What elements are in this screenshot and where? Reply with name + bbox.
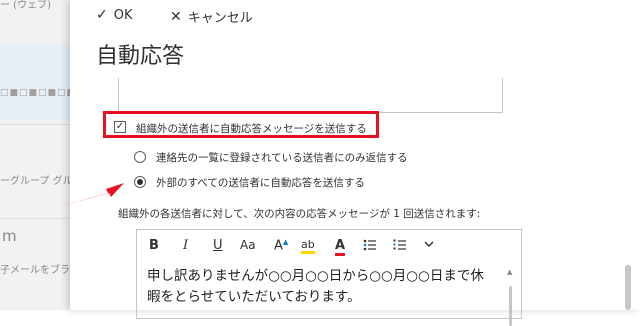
- annotation-arrow: [57, 183, 124, 207]
- red-arrow-icon: [57, 183, 124, 207]
